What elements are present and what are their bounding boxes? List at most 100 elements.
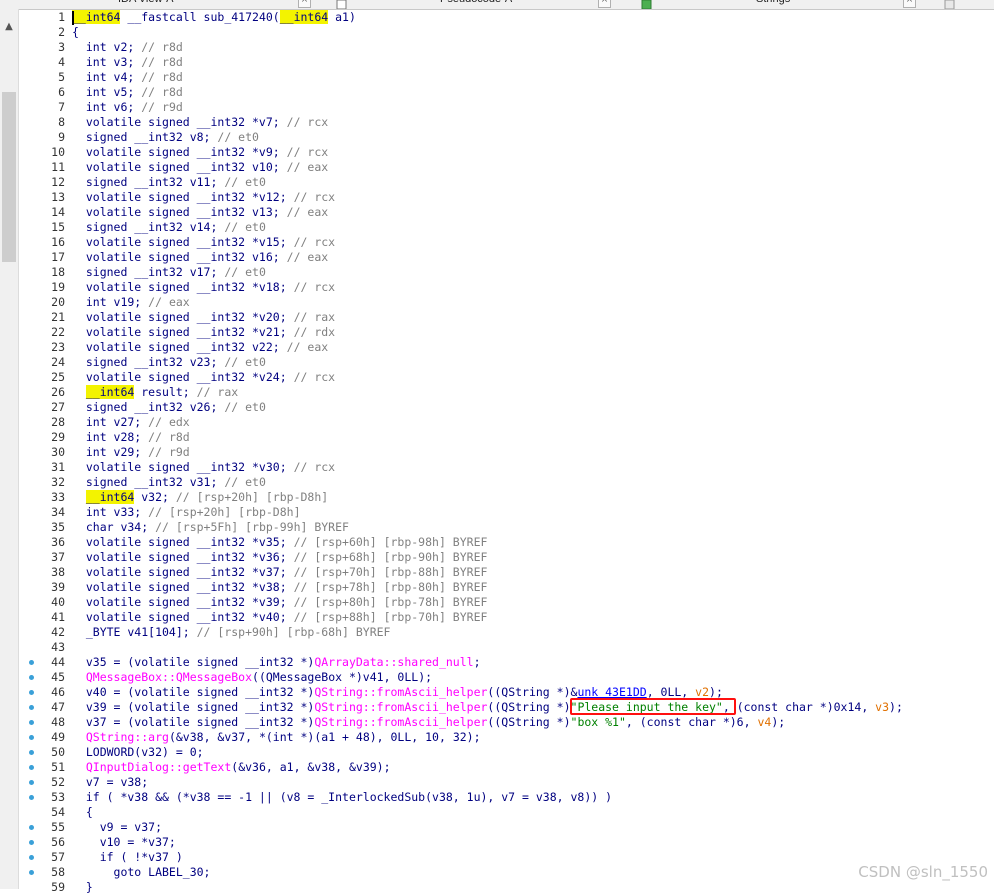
code-text[interactable]: volatile signed __int32 *v39; // [rsp+80… xyxy=(72,595,488,610)
breakpoint-dot-icon[interactable] xyxy=(29,690,34,695)
code-text[interactable]: volatile signed __int32 *v21; // rdx xyxy=(72,325,335,340)
code-text[interactable]: volatile signed __int32 *v35; // [rsp+60… xyxy=(72,535,488,550)
code-line[interactable]: 49 QString::arg(&v38, &v37, *(int *)(a1 … xyxy=(0,730,994,745)
code-line[interactable]: 32 signed __int32 v31; // et0 xyxy=(0,475,994,490)
code-line[interactable]: 34 int v33; // [rsp+20h] [rbp-D8h] xyxy=(0,505,994,520)
code-line[interactable]: 8 volatile signed __int32 *v7; // rcx xyxy=(0,115,994,130)
close-icon[interactable]: × xyxy=(298,0,311,8)
code-text[interactable]: int v4; // r8d xyxy=(72,70,183,85)
breakpoint-dot-icon[interactable] xyxy=(29,735,34,740)
code-text[interactable]: volatile signed __int32 *v20; // rax xyxy=(72,310,335,325)
code-text[interactable]: signed __int32 v17; // et0 xyxy=(72,265,266,280)
code-text[interactable]: int v5; // r8d xyxy=(72,85,183,100)
code-line[interactable]: 26 __int64 result; // rax xyxy=(0,385,994,400)
code-line[interactable]: 6 int v5; // r8d xyxy=(0,85,994,100)
code-text[interactable]: int v2; // r8d xyxy=(72,40,183,55)
breakpoint-dot-icon[interactable] xyxy=(29,765,34,770)
code-text[interactable]: v39 = (volatile signed __int32 *)QString… xyxy=(72,700,903,715)
breakpoint-dot-icon[interactable] xyxy=(29,795,34,800)
code-text[interactable]: signed __int32 v8; // et0 xyxy=(72,130,259,145)
code-line[interactable]: 2{ xyxy=(0,25,994,40)
code-text[interactable]: signed __int32 v23; // et0 xyxy=(72,355,266,370)
code-line[interactable]: 23 volatile signed __int32 v22; // eax xyxy=(0,340,994,355)
code-text[interactable]: goto LABEL_30; xyxy=(72,865,211,880)
code-line[interactable]: 38 volatile signed __int32 *v37; // [rsp… xyxy=(0,565,994,580)
code-text[interactable]: v37 = (volatile signed __int32 *)QString… xyxy=(72,715,785,730)
code-text[interactable]: volatile signed __int32 v10; // eax xyxy=(72,160,328,175)
code-text[interactable]: signed __int32 v14; // et0 xyxy=(72,220,266,235)
code-line[interactable]: 54 { xyxy=(0,805,994,820)
code-text[interactable]: v35 = (volatile signed __int32 *)QArrayD… xyxy=(72,655,481,670)
code-text[interactable]: __int64 result; // rax xyxy=(72,385,238,400)
code-line[interactable]: 17 volatile signed __int32 v16; // eax xyxy=(0,250,994,265)
code-text[interactable]: volatile signed __int32 *v15; // rcx xyxy=(72,235,335,250)
code-text[interactable]: volatile signed __int32 *v38; // [rsp+78… xyxy=(72,580,488,595)
code-line[interactable]: 35 char v34; // [rsp+5Fh] [rbp-99h] BYRE… xyxy=(0,520,994,535)
breakpoint-dot-icon[interactable] xyxy=(29,825,34,830)
code-line[interactable]: 1 __int64 __fastcall sub_417240(__int64 a… xyxy=(0,10,994,25)
code-text[interactable]: _BYTE v41[104]; // [rsp+90h] [rbp-68h] B… xyxy=(72,625,391,640)
code-line[interactable]: 40 volatile signed __int32 *v39; // [rsp… xyxy=(0,595,994,610)
pseudocode-view[interactable]: 1 __int64 __fastcall sub_417240(__int64 a… xyxy=(0,9,994,894)
code-line[interactable]: 18 signed __int32 v17; // et0 xyxy=(0,265,994,280)
code-line[interactable]: 19 volatile signed __int32 *v18; // rcx xyxy=(0,280,994,295)
code-line[interactable]: 53 if ( *v38 && (*v38 == -1 || (v8 = _In… xyxy=(0,790,994,805)
breakpoint-dot-icon[interactable] xyxy=(29,840,34,845)
code-line[interactable]: 39 volatile signed __int32 *v38; // [rsp… xyxy=(0,580,994,595)
code-line[interactable]: 3 int v2; // r8d xyxy=(0,40,994,55)
code-text[interactable]: volatile signed __int32 *v36; // [rsp+68… xyxy=(72,550,488,565)
code-line[interactable]: 25 volatile signed __int32 *v24; // rcx xyxy=(0,370,994,385)
tab-pseudocode[interactable]: Pseudocode-A xyxy=(440,0,512,8)
breakpoint-dot-icon[interactable] xyxy=(29,855,34,860)
breakpoint-dot-icon[interactable] xyxy=(29,780,34,785)
code-line[interactable]: 59 } xyxy=(0,880,994,895)
code-line[interactable]: 24 signed __int32 v23; // et0 xyxy=(0,355,994,370)
breakpoint-dot-icon[interactable] xyxy=(29,675,34,680)
code-line[interactable]: 56 v10 = *v37; xyxy=(0,835,994,850)
code-text[interactable]: int v27; // edx xyxy=(72,415,190,430)
code-text[interactable]: int v33; // [rsp+20h] [rbp-D8h] xyxy=(72,505,301,520)
code-text[interactable]: if ( !*v37 ) xyxy=(72,850,183,865)
code-line[interactable]: 37 volatile signed __int32 *v36; // [rsp… xyxy=(0,550,994,565)
close-icon[interactable]: × xyxy=(598,0,611,8)
code-line[interactable]: 9 signed __int32 v8; // et0 xyxy=(0,130,994,145)
code-text[interactable]: volatile signed __int32 v13; // eax xyxy=(72,205,328,220)
code-text[interactable]: volatile signed __int32 *v24; // rcx xyxy=(72,370,335,385)
code-line[interactable]: 15 signed __int32 v14; // et0 xyxy=(0,220,994,235)
code-line[interactable]: 29 int v28; // r8d xyxy=(0,430,994,445)
code-text[interactable]: __int64 v32; // [rsp+20h] [rbp-D8h] xyxy=(72,490,328,505)
code-text[interactable]: v7 = v38; xyxy=(72,775,148,790)
code-line[interactable]: 50 LODWORD(v32) = 0; xyxy=(0,745,994,760)
code-text[interactable]: QMessageBox::QMessageBox((QMessageBox *)… xyxy=(72,670,432,685)
code-line[interactable]: 36 volatile signed __int32 *v35; // [rsp… xyxy=(0,535,994,550)
code-text[interactable]: volatile signed __int32 *v12; // rcx xyxy=(72,190,335,205)
tab-ida-view[interactable]: IDA View-A xyxy=(118,0,173,8)
code-line[interactable]: 46 v40 = (volatile signed __int32 *)QStr… xyxy=(0,685,994,700)
code-line[interactable]: 27 signed __int32 v26; // et0 xyxy=(0,400,994,415)
close-icon[interactable]: × xyxy=(903,0,916,8)
code-text[interactable]: if ( *v38 && (*v38 == -1 || (v8 = _Inter… xyxy=(72,790,612,805)
code-line[interactable]: 20 int v19; // eax xyxy=(0,295,994,310)
code-line[interactable]: 42 _BYTE v41[104]; // [rsp+90h] [rbp-68h… xyxy=(0,625,994,640)
code-line[interactable]: 4 int v3; // r8d xyxy=(0,55,994,70)
code-text[interactable]: volatile signed __int32 *v18; // rcx xyxy=(72,280,335,295)
code-line[interactable]: 5 int v4; // r8d xyxy=(0,70,994,85)
code-text[interactable]: signed __int32 v26; // et0 xyxy=(72,400,266,415)
code-text[interactable]: v9 = v37; xyxy=(72,820,162,835)
code-text[interactable]: } xyxy=(72,880,93,895)
code-text[interactable]: LODWORD(v32) = 0; xyxy=(72,745,204,760)
code-line[interactable]: 21 volatile signed __int32 *v20; // rax xyxy=(0,310,994,325)
code-line[interactable]: 10 volatile signed __int32 *v9; // rcx xyxy=(0,145,994,160)
code-text[interactable]: int v6; // r9d xyxy=(72,100,183,115)
code-line[interactable]: 52 v7 = v38; xyxy=(0,775,994,790)
code-text[interactable]: signed __int32 v31; // et0 xyxy=(72,475,266,490)
code-line[interactable]: 11 volatile signed __int32 v10; // eax xyxy=(0,160,994,175)
code-text[interactable]: QInputDialog::getText(&v36, a1, &v38, &v… xyxy=(72,760,391,775)
code-line[interactable]: 31 volatile signed __int32 *v30; // rcx xyxy=(0,460,994,475)
code-line[interactable]: 16 volatile signed __int32 *v15; // rcx xyxy=(0,235,994,250)
code-text[interactable]: QString::arg(&v38, &v37, *(int *)(a1 + 4… xyxy=(72,730,481,745)
code-line[interactable]: 58 goto LABEL_30; xyxy=(0,865,994,880)
code-text[interactable]: int v3; // r8d xyxy=(72,55,183,70)
breakpoint-dot-icon[interactable] xyxy=(29,750,34,755)
code-line[interactable]: 33 __int64 v32; // [rsp+20h] [rbp-D8h] xyxy=(0,490,994,505)
